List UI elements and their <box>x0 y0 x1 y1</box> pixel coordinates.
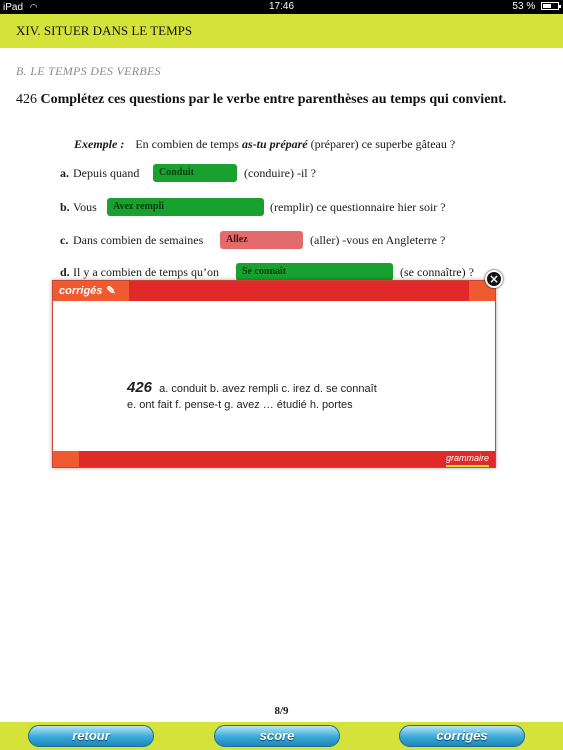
pencil-icon: ✎ <box>106 285 116 297</box>
corrections-exercise-number: 426 <box>127 379 153 396</box>
question-text-before: Vous <box>73 200 97 214</box>
example-verb: as-tu préparé <box>241 137 308 151</box>
popup-tab-label: corrigés <box>59 285 103 297</box>
popup-header: corrigés ✎ <box>53 281 495 301</box>
corrections-text: 426 a. conduit b. avez rempli c. irez d.… <box>127 379 377 412</box>
question-d: d. Il y a combien de temps qu’on Se conn… <box>60 263 530 281</box>
answer-field-c[interactable]: Allez <box>220 231 303 249</box>
score-button[interactable]: score <box>214 725 340 747</box>
question-letter: b. <box>60 200 70 214</box>
question-text-after: (se connaître) ? <box>400 265 474 279</box>
question-a: a. Depuis quand Conduit (conduire) -il ? <box>60 164 520 182</box>
answer-field-a[interactable]: Conduit <box>153 164 237 182</box>
question-text-before: Depuis quand <box>73 166 140 180</box>
question-b: b. Vous Avez rempli (remplir) ce questio… <box>60 198 520 216</box>
question-letter: d. <box>60 265 70 279</box>
question-text-after: (conduire) -il ? <box>244 166 316 180</box>
battery-percent: 53 % <box>512 1 536 12</box>
exercise-instruction: Complétez ces questions par le verbe ent… <box>40 92 507 107</box>
corrections-line-1: a. conduit b. avez rempli c. irez d. se … <box>159 383 377 395</box>
example-sentence: Exemple : En combien de temps as-tu prép… <box>74 137 455 152</box>
question-text-after: (remplir) ce questionnaire hier soir ? <box>270 200 446 214</box>
section-title: B. LE TEMPS DES VERBES <box>16 64 161 78</box>
corriges-button[interactable]: corrigés <box>399 725 525 747</box>
popup-body: 426 a. conduit b. avez rempli c. irez d.… <box>55 301 493 451</box>
battery-icon <box>541 2 561 10</box>
question-c: c. Dans combien de semaines Allez (aller… <box>60 231 520 249</box>
page-indicator: 8/9 <box>274 705 289 717</box>
exercise-number: 426 <box>16 92 37 107</box>
question-text-before: Il y a combien de temps qu’on <box>73 265 219 279</box>
exercise-heading: 426 Complétez ces questions par le verbe… <box>16 92 506 108</box>
question-letter: c. <box>60 233 69 247</box>
example-after: (préparer) ce superbe gâteau ? <box>310 137 456 151</box>
example-before: En combien de temps <box>135 137 239 151</box>
question-text-before: Dans combien de semaines <box>73 233 204 247</box>
clock: 17:46 <box>268 1 295 12</box>
brand-logo: grammaire <box>445 451 489 467</box>
retour-button[interactable]: retour <box>28 725 154 747</box>
bottom-bar: retour score corrigés <box>0 722 563 750</box>
status-bar: iPad ◠ 17:46 53 % <box>0 0 563 14</box>
popup-footer: grammaire <box>53 451 495 467</box>
answer-field-d[interactable]: Se connaît <box>236 263 393 281</box>
answer-field-b[interactable]: Avez rempli <box>107 198 264 216</box>
chapter-title: XIV. SITUER DANS LE TEMPS <box>0 14 563 48</box>
close-icon[interactable]: × <box>485 270 503 288</box>
popup-tab: corrigés ✎ <box>53 281 129 301</box>
corrections-line-2: e. ont fait f. pense-t g. avez … étudié … <box>127 399 353 411</box>
question-letter: a. <box>60 166 69 180</box>
corrections-popup: corrigés ✎ 426 a. conduit b. avez rempli … <box>52 280 496 468</box>
question-text-after: (aller) -vous en Angleterre ? <box>310 233 446 247</box>
example-label: Exemple : <box>74 137 125 151</box>
